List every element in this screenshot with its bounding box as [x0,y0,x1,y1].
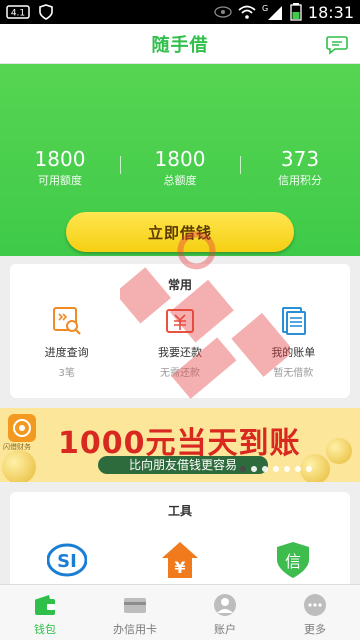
section-title: 工具 [167,504,192,518]
bill-icon [278,306,308,336]
progress-search-icon [52,306,82,336]
carousel-dot[interactable] [262,466,268,472]
nav-account[interactable]: 账户 [180,585,270,640]
coin-decoration [326,438,352,464]
account-icon [213,593,237,617]
lender-logo-text: 闪借财务 [3,443,31,451]
cell-signal-icon: G [262,4,284,20]
stat-credit-points[interactable]: 373 信用积分 [240,148,360,188]
progress-query-item[interactable]: 进度查询 3笔 [10,306,123,379]
more-icon [303,593,327,617]
housing-fund-tool[interactable]: ¥ [123,540,236,580]
item-label: 我的账单 [271,346,316,359]
sim-badge-text: 4.1 [11,9,25,19]
stat-label: 可用额度 [38,174,82,187]
borrow-now-button[interactable]: 立即借钱 [66,212,294,252]
stat-value: 373 [280,147,320,171]
wallet-icon [33,593,57,617]
item-subtext: 暂无借款 [273,368,314,379]
social-security-glyph: SI [57,551,77,572]
nav-more[interactable]: 更多 [270,585,360,640]
network-type-text: G [262,4,268,13]
credit-report-tool[interactable]: 信 [237,540,350,580]
eye-icon [214,6,232,18]
item-label: 我要还款 [157,346,202,359]
stat-value: 1800 [34,147,86,171]
wifi-icon [238,5,256,19]
carousel-dot[interactable] [306,466,312,472]
item-subtext: 无需还款 [159,368,200,379]
nav-label: 办信用卡 [113,623,157,636]
carousel-dot[interactable] [251,466,257,472]
carousel-indicator [240,466,312,472]
nav-label: 账户 [214,623,236,636]
carousel-dot[interactable] [240,466,246,472]
lender-logo-icon [8,414,36,442]
credit-report-icon: 信 [273,540,313,580]
credit-stats: 1800 可用额度 1800 总额度 373 信用积分 [0,148,360,188]
carousel-dot[interactable] [273,466,279,472]
bottom-nav: 钱包 办信用卡 账户 更多 [0,584,360,640]
stat-value: 1800 [154,147,206,171]
status-bar: 4.1 G 18:31 [0,0,360,24]
app-title: 随手借 [151,34,209,56]
my-bill-item[interactable]: 我的账单 暂无借款 [237,306,350,379]
repay-item[interactable]: 我要还款 无需还款 [123,306,236,379]
coin-decoration [2,450,36,482]
section-title: 常用 [167,278,192,292]
housing-fund-glyph: ¥ [174,558,185,577]
shield-icon [38,4,54,20]
housing-fund-icon: ¥ [160,540,200,580]
credit-card-icon [123,593,147,617]
tools-section: 工具 SI ¥ 信 [10,492,350,592]
social-security-tool[interactable]: SI [10,540,123,580]
nav-credit-card[interactable]: 办信用卡 [90,585,180,640]
nav-wallet[interactable]: 钱包 [0,585,90,640]
app-header: 随手借 [0,24,360,64]
stat-available-limit[interactable]: 1800 可用额度 [0,148,120,188]
credit-report-glyph: 信 [285,552,301,571]
stat-label: 总额度 [163,174,197,187]
battery-icon [290,3,302,21]
sim-badge-icon: 4.1 [6,5,30,19]
clock-text: 18:31 [307,2,354,22]
nav-label: 钱包 [34,623,56,636]
stat-label: 信用积分 [278,174,322,187]
repay-card-icon [165,306,195,336]
item-subtext: 3笔 [58,368,75,379]
social-security-icon: SI [46,540,88,580]
stat-total-limit[interactable]: 1800 总额度 [120,148,240,188]
chat-bubble-icon[interactable] [326,33,348,55]
nav-label: 更多 [304,623,326,636]
item-label: 进度查询 [44,346,89,359]
carousel-dot[interactable] [295,466,301,472]
carousel-dot[interactable] [284,466,290,472]
common-section: 常用 进度查询 3笔 我要还款 无需还款 我的账单 暂无借款 [10,264,350,398]
